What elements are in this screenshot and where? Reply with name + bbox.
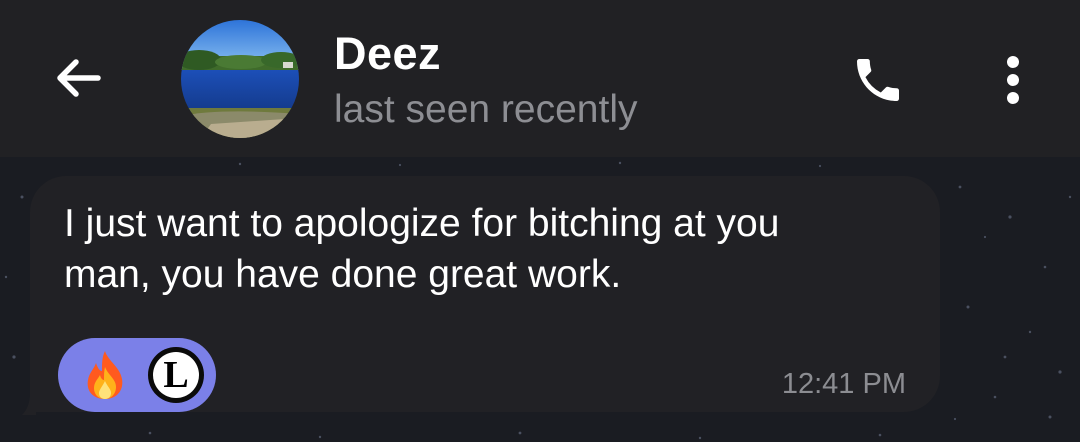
more-vertical-icon [1007,56,1019,104]
contact-avatar[interactable] [181,20,299,138]
arrow-left-icon [57,59,101,97]
message-text: I just want to apologize for bitching at… [64,202,780,296]
chat-header: Deez last seen recently [0,0,1080,157]
reaction-pill[interactable]: L [58,338,216,412]
fire-emoji-icon [87,351,123,399]
contact-name[interactable]: Deez [334,28,441,80]
message-bubble[interactable]: I just want to apologize for bitching at… [30,176,940,412]
chat-background: I just want to apologize for bitching at… [0,157,1080,442]
message-timestamp: 12:41 PM [781,368,906,400]
contact-status: last seen recently [334,88,638,131]
back-button[interactable] [44,50,110,106]
call-button[interactable] [842,44,914,116]
reactor-initial: L [153,352,199,398]
more-options-button[interactable] [988,44,1038,116]
reactor-avatar: L [148,347,204,403]
phone-icon [857,59,899,101]
